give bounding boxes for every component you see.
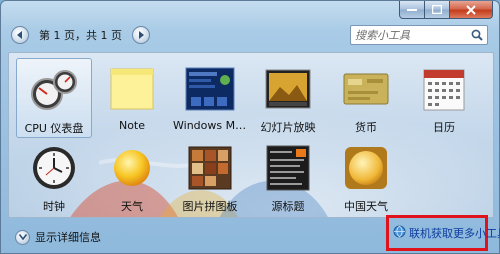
previous-page-button[interactable] bbox=[11, 26, 29, 44]
gadget-label: 中国天气 bbox=[344, 200, 388, 213]
get-more-gadgets-online-link[interactable]: 联机获取更多小工具 bbox=[386, 215, 500, 251]
gadget-label: 时钟 bbox=[43, 200, 65, 213]
show-details-label: 显示详细信息 bbox=[35, 231, 101, 244]
page-indicator: 第 1 页，共 1 页 bbox=[39, 29, 122, 42]
globe-icon bbox=[393, 225, 406, 241]
gadget-label: CPU 仪表盘 bbox=[24, 122, 84, 135]
cpu-meter-icon bbox=[29, 65, 79, 115]
close-button[interactable] bbox=[450, 1, 493, 19]
gadget-tile-currency[interactable]: 货币 bbox=[328, 58, 404, 138]
gadget-tile-picture-puzzle[interactable]: 图片拼图板 bbox=[172, 137, 248, 217]
gadget-tile-china-weather[interactable]: 中国天气 bbox=[328, 137, 404, 217]
search-icon[interactable] bbox=[467, 29, 487, 41]
gadget-label: 天气 bbox=[121, 200, 143, 213]
weather-sun-icon bbox=[107, 143, 157, 193]
minimize-icon bbox=[407, 8, 417, 11]
maximize-button[interactable] bbox=[425, 1, 450, 19]
picture-puzzle-icon bbox=[185, 143, 235, 193]
show-details-toggle[interactable]: 显示详细信息 bbox=[15, 229, 101, 245]
expand-chevron-icon bbox=[15, 229, 30, 245]
gadget-gallery: CPU 仪表盘 Note Windows Med 幻灯片放映 货币 日历 时钟 … bbox=[8, 52, 494, 218]
arrow-left-icon bbox=[17, 31, 22, 39]
window-controls bbox=[399, 1, 493, 19]
search-box[interactable] bbox=[350, 25, 488, 45]
get-more-gadgets-label: 联机获取更多小工具 bbox=[409, 227, 500, 240]
media-center-icon bbox=[185, 64, 235, 114]
search-input[interactable] bbox=[351, 26, 467, 44]
gadget-label: 日历 bbox=[433, 121, 455, 134]
arrow-right-icon bbox=[138, 31, 144, 39]
gadget-label: 源标题 bbox=[271, 200, 305, 213]
gadget-label: 幻灯片放映 bbox=[260, 121, 316, 134]
pager: 第 1 页，共 1 页 bbox=[11, 26, 150, 44]
clock-icon bbox=[29, 143, 79, 193]
gadget-label: Windows Med... bbox=[173, 119, 247, 132]
gadget-tile-calendar[interactable]: 日历 bbox=[406, 58, 482, 138]
maximize-icon bbox=[432, 5, 442, 14]
slide-show-icon bbox=[263, 64, 313, 114]
gadget-tile-clock[interactable]: 时钟 bbox=[16, 137, 92, 217]
gadget-tile-note[interactable]: Note bbox=[94, 58, 170, 138]
close-icon bbox=[466, 4, 476, 15]
gadget-tile-slide-show[interactable]: 幻灯片放映 bbox=[250, 58, 326, 138]
gadget-label: 图片拼图板 bbox=[182, 200, 238, 213]
china-weather-icon bbox=[341, 143, 391, 193]
gadget-label: 货币 bbox=[355, 121, 377, 134]
gadget-gallery-window: 第 1 页，共 1 页 搜索小工具 CPU 仪表盘 Note Windows M… bbox=[0, 0, 500, 254]
minimize-button[interactable] bbox=[399, 1, 425, 19]
gadget-tile-weather[interactable]: 天气 bbox=[94, 137, 170, 217]
feed-headlines-icon bbox=[263, 143, 313, 193]
next-page-button[interactable] bbox=[131, 26, 150, 44]
gadget-tile-media-center[interactable]: Windows Med... bbox=[172, 58, 248, 138]
calendar-icon bbox=[419, 64, 469, 114]
gadget-tile-cpu-meter[interactable]: CPU 仪表盘 bbox=[16, 58, 92, 138]
sticky-note-icon bbox=[107, 64, 157, 114]
currency-icon bbox=[341, 64, 391, 114]
gadget-label: Note bbox=[118, 119, 146, 132]
gadget-tile-feed-headlines[interactable]: 源标题 bbox=[250, 137, 326, 217]
